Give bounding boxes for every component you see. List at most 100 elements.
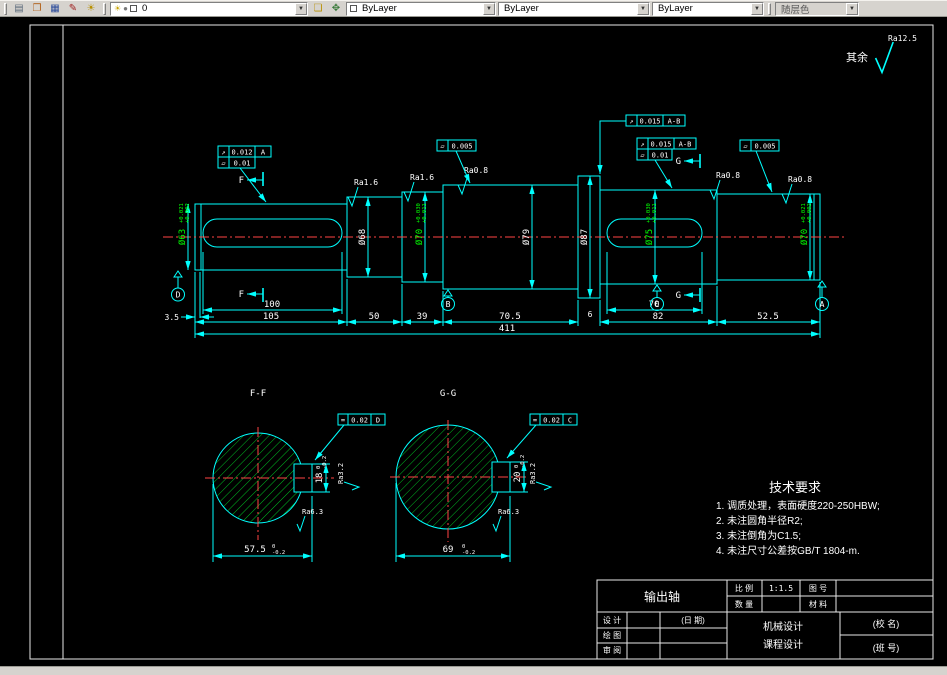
- tech-title: 技术要求: [769, 480, 821, 495]
- tolerance-frames: ↗ 0.012 A ▱ 0.01 ▱ 0.005 ↗ 0.015 A-B ↗ 0…: [217, 114, 780, 203]
- lineweight-combo[interactable]: ByLayer ▼: [652, 1, 764, 16]
- fcf-value: 0.015: [639, 118, 660, 126]
- roughness-icon: Ra6.3: [492, 508, 519, 533]
- lineweight-combo-value: ByLayer: [658, 3, 693, 14]
- fcf-datum-ref: A: [261, 149, 266, 157]
- checker-label: 审 阅: [603, 645, 621, 655]
- roughness-icon: [874, 41, 894, 75]
- fcf-runout-1: ↗ 0.012 A: [217, 145, 272, 158]
- datum-a: A: [815, 280, 829, 311]
- new-file-icon[interactable]: ▤: [11, 2, 27, 16]
- keyway-left: [202, 218, 343, 248]
- drawing-svg: 其余 Ra12.5 3.5 100 105 50 39 70.5 6 70 82…: [29, 24, 934, 660]
- other-surfaces-label: 其余: [846, 50, 868, 64]
- dia-value: Ø87: [579, 229, 590, 245]
- class-name: (班 号): [873, 642, 900, 653]
- dia-value: Ø79: [521, 229, 532, 245]
- roughness-value: Ra1.6: [354, 178, 378, 187]
- lineweight-combo-dropdown[interactable]: ▼: [751, 2, 763, 15]
- layer-combo[interactable]: ☀ ● 0 ▼: [110, 1, 308, 16]
- linetype-combo[interactable]: ByLayer ▼: [498, 1, 650, 16]
- fcf-datum-ref: D: [376, 417, 380, 425]
- plotstyle-combo-value: 随层色: [781, 4, 810, 16]
- tech-line: 1. 调质处理，表面硬度220-250HBW;: [716, 499, 880, 512]
- cut-letter-f: F: [239, 176, 244, 186]
- layer-on-icon[interactable]: ☀: [114, 4, 121, 13]
- layer-properties-icon[interactable]: ❏: [310, 2, 326, 16]
- roughness-value: Ra0.8: [788, 175, 812, 184]
- dia-tol-lower: +0.002: [185, 203, 191, 223]
- open-file-icon[interactable]: ❐: [29, 2, 45, 16]
- dia-tol-lower: +0.011: [422, 203, 428, 223]
- fcf-symbol: ↗: [221, 149, 225, 157]
- make-layer-current-icon[interactable]: ✥: [328, 2, 344, 16]
- layer-lock-icon[interactable]: ●: [123, 4, 128, 13]
- fcf-symbol: ▱: [221, 160, 226, 168]
- toolbar-grip[interactable]: [103, 2, 106, 15]
- drawing-canvas[interactable]: 其余 Ra12.5 3.5 100 105 50 39 70.5 6 70 82…: [0, 17, 947, 666]
- section-gg: G-G 69 0 -0.2 20 0 -0.2 Ra6.3 = 0.02 C R…: [390, 389, 578, 562]
- dim-label: 70.5: [499, 312, 521, 322]
- roughness-value: Ra1.6: [410, 173, 434, 182]
- general-roughness-value: Ra12.5: [888, 34, 917, 43]
- fcf-symbol: ↗: [640, 141, 644, 149]
- general-roughness-note: 其余 Ra12.5: [846, 34, 917, 75]
- dim-label: 100: [264, 300, 280, 310]
- datum-d: D: [171, 270, 185, 302]
- dim-label: 52.5: [757, 312, 779, 322]
- dim-label: 50: [369, 312, 380, 322]
- designer-label: 设 计: [603, 615, 621, 625]
- dim-label: 39: [417, 312, 428, 322]
- plotstyle-combo-dropdown: ▼: [846, 2, 858, 15]
- course-line1: 机械设计: [763, 620, 803, 633]
- fcf-value: 0.01: [234, 160, 251, 168]
- save-icon[interactable]: ▦: [47, 2, 63, 16]
- toolbar-grip[interactable]: [768, 2, 771, 15]
- dim-label: 57.5: [244, 545, 266, 555]
- roughness-value: Ra3.2: [337, 463, 345, 484]
- section-title: F-F: [250, 389, 266, 399]
- fcf-datum-ref: C: [568, 417, 572, 425]
- tech-line: 3. 未注倒角为C1.5;: [716, 529, 801, 542]
- dim-tol-lower: -0.2: [462, 550, 475, 556]
- dim-label: 105: [263, 312, 279, 322]
- shaft-outline: [163, 175, 846, 299]
- dim-label: 411: [499, 324, 515, 334]
- roughness-value: Ra0.8: [716, 171, 740, 180]
- roughness-icon: Ra0.8: [457, 166, 488, 196]
- plotstyle-combo: 随层色 ▼: [775, 1, 859, 16]
- fcf-symbol: ▱: [640, 152, 645, 160]
- fcf-symmetry-c: = 0.02 C: [529, 413, 578, 426]
- drafter-label: 绘 图: [603, 630, 621, 640]
- fcf-value: 0.01: [652, 152, 669, 160]
- color-combo-dropdown[interactable]: ▼: [483, 2, 495, 15]
- school-name: (校 名): [873, 618, 900, 629]
- fcf-cylindricity-1: ▱ 0.01: [217, 156, 256, 169]
- color-combo[interactable]: ByLayer ▼: [346, 1, 496, 16]
- fcf-symbol: =: [533, 417, 537, 425]
- fcf-symmetry-d: = 0.02 D: [337, 413, 386, 426]
- length-dimensions: 3.5 100 105 50 39 70.5 6 70 82 52.5 411: [165, 300, 820, 337]
- roughness-icon: Ra6.3: [296, 508, 323, 533]
- cad-window: ▤ ❐ ▦ ✎ ☀ ☀ ● 0 ▼ ❏ ✥ ByLayer ▼ ByLayer …: [0, 0, 947, 675]
- datum-letter: B: [446, 300, 451, 309]
- qty-label: 数 量: [735, 599, 753, 609]
- dia-value: Ø75: [644, 229, 655, 245]
- dia-value: Ø63: [177, 229, 188, 245]
- fcf-symbol: ↗: [629, 118, 633, 126]
- status-strip: [0, 666, 947, 675]
- roughness-icon: Ra3.2: [337, 463, 361, 491]
- roughness-value: Ra6.3: [498, 508, 519, 516]
- toolbar-grip[interactable]: [4, 2, 7, 15]
- dia-label-68: Ø68: [357, 229, 368, 245]
- dia-label-63: Ø63 +0.021 +0.002: [177, 203, 191, 245]
- fcf-value: 0.02: [351, 417, 368, 425]
- linetype-combo-dropdown[interactable]: ▼: [637, 2, 649, 15]
- plot-icon[interactable]: ✎: [65, 2, 81, 16]
- fcf-cylindricity-2: ▱ 0.005: [436, 139, 477, 152]
- dia-label-70a: Ø70 +0.030 +0.011: [414, 203, 428, 245]
- layers-icon[interactable]: ☀: [83, 2, 99, 16]
- layer-combo-dropdown[interactable]: ▼: [295, 2, 307, 15]
- fcf-runout-2: ↗ 0.015 A-B: [625, 114, 686, 127]
- dim-label: 20: [513, 472, 523, 483]
